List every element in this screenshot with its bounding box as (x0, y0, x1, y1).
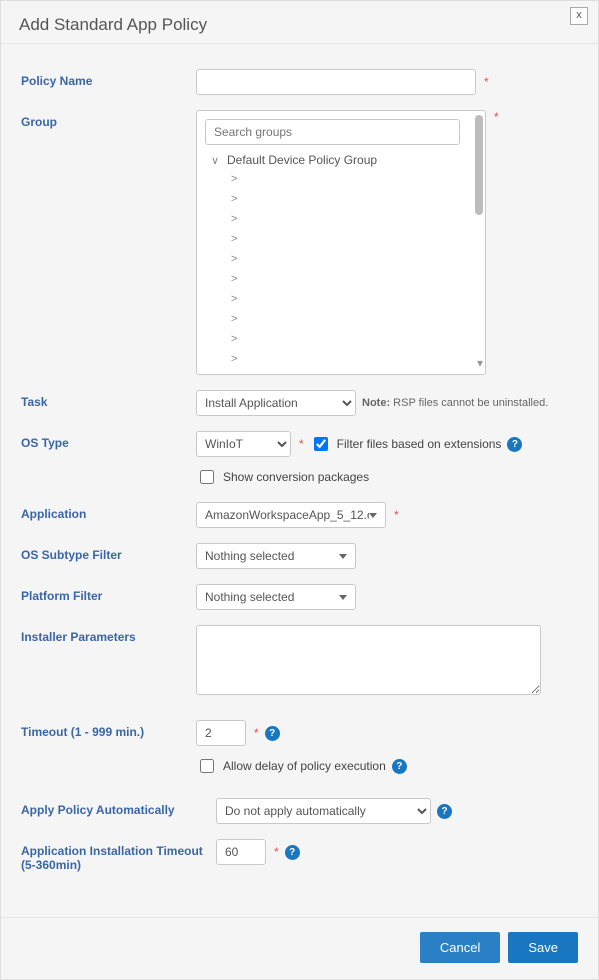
os-subtype-select[interactable]: Nothing selected (196, 543, 356, 569)
row-platform-filter: Platform Filter Nothing selected (21, 584, 578, 610)
required-mark: * (394, 508, 399, 522)
caret-down-icon (339, 595, 347, 600)
allow-delay-label: Allow delay of policy execution (223, 759, 386, 773)
help-icon[interactable]: ? (285, 845, 300, 860)
show-conversion-label: Show conversion packages (223, 470, 369, 484)
help-icon[interactable]: ? (437, 804, 452, 819)
application-select[interactable]: AmazonWorkspaceApp_5_12.exe (196, 502, 386, 528)
platform-selected-text: Nothing selected (205, 590, 294, 604)
row-os-subtype: OS Subtype Filter Nothing selected (21, 543, 578, 569)
label-app-install-timeout: Application Installation Timeout (5-360m… (21, 839, 216, 872)
required-mark: * (299, 437, 304, 451)
save-button[interactable]: Save (508, 932, 578, 963)
policy-name-input[interactable] (196, 69, 476, 95)
required-mark: * (484, 75, 489, 89)
label-task: Task (21, 390, 196, 409)
row-os-type: OS Type WinIoT * Filter files based on e… (21, 431, 578, 457)
filter-files-label: Filter files based on extensions (337, 437, 502, 451)
chevron-right-icon: > (231, 233, 241, 245)
chevron-right-icon: > (231, 213, 241, 225)
application-selected-text: AmazonWorkspaceApp_5_12.exe (205, 508, 369, 522)
label-application: Application (21, 502, 196, 521)
os-subtype-selected-text: Nothing selected (205, 549, 294, 563)
chevron-right-icon: > (231, 313, 241, 325)
row-show-conversion: Show conversion packages (21, 467, 578, 487)
caret-down-icon (339, 554, 347, 559)
dialog-title: Add Standard App Policy (1, 1, 598, 44)
scroll-down-icon[interactable]: ▾ (477, 356, 483, 370)
filter-files-checkbox-wrap[interactable]: Filter files based on extensions (310, 434, 502, 454)
add-standard-app-policy-dialog: x Add Standard App Policy Policy Name * … (0, 0, 599, 980)
scrollbar-track[interactable] (475, 115, 483, 371)
chevron-right-icon: > (231, 253, 241, 265)
row-application: Application AmazonWorkspaceApp_5_12.exe … (21, 502, 578, 528)
show-conversion-checkbox-wrap[interactable]: Show conversion packages (196, 467, 369, 487)
apply-policy-select[interactable]: Do not apply automatically (216, 798, 431, 824)
task-note: Note: RSP files cannot be uninstalled. (362, 397, 548, 409)
label-platform-filter: Platform Filter (21, 584, 196, 603)
group-search-input[interactable] (205, 119, 460, 145)
chevron-right-icon: > (231, 293, 241, 305)
group-child-item[interactable]: > (231, 289, 477, 309)
label-os-type: OS Type (21, 431, 196, 450)
label-os-subtype: OS Subtype Filter (21, 543, 196, 562)
group-child-item[interactable]: > (231, 209, 477, 229)
app-install-timeout-input[interactable] (216, 839, 266, 865)
label-apply-policy: Apply Policy Automatically (21, 798, 216, 817)
chevron-right-icon: > (231, 353, 241, 365)
installer-params-textarea[interactable] (196, 625, 541, 695)
row-group: Group ∨ Default Device Policy Group >>>>… (21, 110, 578, 375)
group-children: > > > > > > > > > > (211, 169, 477, 369)
filter-files-checkbox[interactable] (314, 437, 328, 451)
platform-filter-select[interactable]: Nothing selected (196, 584, 356, 610)
row-allow-delay: Allow delay of policy execution ? (21, 756, 578, 776)
group-child-item[interactable]: > (231, 329, 477, 349)
row-task: Task Install Application Note: RSP files… (21, 390, 578, 416)
label-group: Group (21, 110, 196, 129)
label-installer-params: Installer Parameters (21, 625, 196, 644)
required-mark: * (254, 726, 259, 740)
show-conversion-checkbox[interactable] (200, 470, 214, 484)
allow-delay-checkbox[interactable] (200, 759, 214, 773)
help-icon[interactable]: ? (265, 726, 280, 741)
cancel-button[interactable]: Cancel (420, 932, 500, 963)
scrollbar-thumb[interactable] (475, 115, 483, 215)
caret-down-icon (369, 513, 377, 518)
task-select[interactable]: Install Application (196, 390, 356, 416)
chevron-right-icon: > (231, 193, 241, 205)
group-child-item[interactable]: > (231, 169, 477, 189)
group-root-label: Default Device Policy Group (227, 153, 377, 167)
row-apply-policy: Apply Policy Automatically Do not apply … (21, 798, 578, 824)
row-policy-name: Policy Name * (21, 69, 578, 95)
os-type-select[interactable]: WinIoT (196, 431, 291, 457)
help-icon[interactable]: ? (507, 437, 522, 452)
group-child-item[interactable]: > (231, 189, 477, 209)
close-button[interactable]: x (570, 7, 588, 25)
row-app-install-timeout: Application Installation Timeout (5-360m… (21, 839, 578, 872)
help-icon[interactable]: ? (392, 759, 407, 774)
dialog-footer: Cancel Save (1, 918, 598, 979)
chevron-right-icon: > (231, 273, 241, 285)
group-child-item[interactable]: > (231, 229, 477, 249)
chevron-right-icon: > (231, 173, 241, 185)
group-picker: ∨ Default Device Policy Group >>>>>>>>>>… (196, 110, 486, 375)
group-tree: ∨ Default Device Policy Group > > > > > > > > > > (205, 151, 477, 369)
label-timeout: Timeout (1 - 999 min.) (21, 720, 196, 739)
allow-delay-checkbox-wrap[interactable]: Allow delay of policy execution (196, 756, 386, 776)
label-policy-name: Policy Name (21, 69, 196, 88)
group-child-item[interactable]: > (231, 269, 477, 289)
required-mark: * (274, 845, 279, 859)
chevron-down-icon: ∨ (211, 154, 221, 167)
group-root[interactable]: ∨ Default Device Policy Group (211, 151, 477, 169)
chevron-right-icon: > (231, 333, 241, 345)
group-child-item[interactable]: > (231, 249, 477, 269)
form-area: Policy Name * Group ∨ Default Device Pol… (1, 44, 598, 892)
group-child-item[interactable]: > (231, 349, 477, 369)
timeout-input[interactable] (196, 720, 246, 746)
group-child-item[interactable]: > (231, 309, 477, 329)
required-mark: * (494, 110, 499, 124)
row-timeout: Timeout (1 - 999 min.) * ? (21, 720, 578, 746)
row-installer-params: Installer Parameters (21, 625, 578, 695)
